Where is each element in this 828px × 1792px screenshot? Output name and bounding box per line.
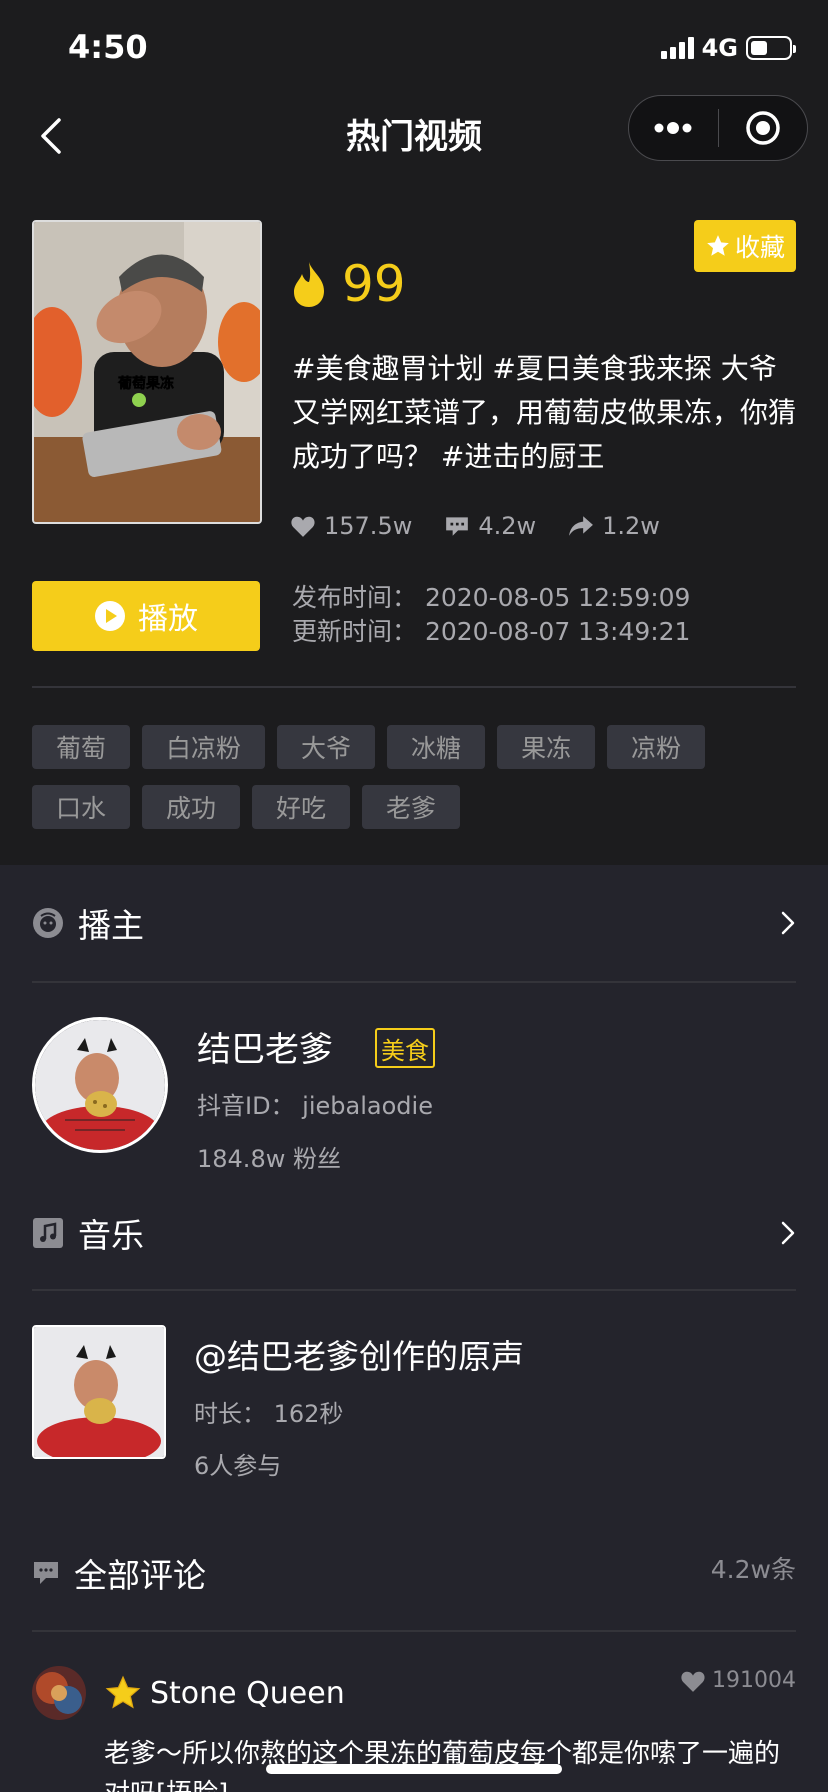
status-bar: 4:50 4G xyxy=(0,0,828,95)
tag-item[interactable]: 白凉粉 xyxy=(142,725,266,769)
more-dots-icon xyxy=(654,122,692,134)
video-description: #美食趣胃计划 #夏日美食我来探 大爷又学网红菜谱了，用葡萄皮做果冻，你猜成功了… xyxy=(292,352,797,473)
more-button[interactable] xyxy=(629,96,718,160)
favorite-button[interactable]: 收藏 xyxy=(694,220,796,272)
tag-item[interactable]: 老爹 xyxy=(362,785,461,829)
anchor-name: 结巴老爹 xyxy=(197,1030,333,1070)
tag-item[interactable]: 好吃 xyxy=(252,785,351,829)
battery-icon xyxy=(746,36,796,60)
music-section-header[interactable]: 音乐 xyxy=(32,1203,796,1263)
play-icon xyxy=(95,601,125,631)
close-button[interactable] xyxy=(719,96,808,160)
tag-item[interactable]: 凉粉 xyxy=(607,725,706,769)
shares-stat: 1.2w xyxy=(568,512,660,540)
status-time: 4:50 xyxy=(68,28,148,66)
heart-icon xyxy=(681,1671,705,1692)
video-thumbnail-image: 葡萄果冻 xyxy=(34,222,260,522)
home-indicator xyxy=(266,1764,562,1774)
fans-count: 184.8w 粉丝 xyxy=(197,1145,341,1173)
comment-bubble-icon xyxy=(34,1562,58,1584)
tag-list: 葡萄 白凉粉 大爷 冰糖 果冻 凉粉 口水 成功 好吃 老爹 xyxy=(32,725,802,829)
comments-section-label: 全部评论 xyxy=(74,1556,206,1595)
music-cover[interactable] xyxy=(32,1325,166,1459)
signal-icon xyxy=(660,37,694,59)
music-note-icon xyxy=(33,1218,63,1248)
video-info-section: 葡萄果冻 收藏 99 #美食趣胃计划 #夏日美食我来探 大爷又学网红菜谱了，用葡… xyxy=(0,177,828,865)
tag-item[interactable]: 葡萄 xyxy=(32,725,131,769)
tag-item[interactable]: 成功 xyxy=(142,785,241,829)
mini-program-capsule xyxy=(628,95,808,161)
comment-text: 老爹～所以你熬的这个果冻的葡萄皮每个都是你嗦了一遍的对吗[捂脸] xyxy=(104,1739,781,1792)
divider xyxy=(32,1289,796,1291)
play-label: 播放 xyxy=(138,602,198,637)
tag-item[interactable]: 口水 xyxy=(32,785,131,829)
video-thumbnail[interactable]: 葡萄果冻 xyxy=(32,220,262,524)
star-icon xyxy=(707,235,729,256)
star-icon xyxy=(105,1675,141,1709)
update-time: 更新时间： 2020-08-07 13:49:21 xyxy=(292,617,691,646)
douyin-id: 抖音ID： jiebalaodie xyxy=(197,1092,433,1120)
hot-score: 99 xyxy=(290,255,406,313)
comment-total: 4.2w条 xyxy=(710,1555,796,1584)
anchor-section-label: 播主 xyxy=(78,906,144,945)
tag-item[interactable]: 大爷 xyxy=(277,725,376,769)
avatar[interactable] xyxy=(32,1017,168,1153)
play-button[interactable]: 播放 xyxy=(32,581,260,651)
commenter-avatar-image xyxy=(32,1666,86,1720)
avatar-image xyxy=(35,1020,165,1150)
category-badge: 美食 xyxy=(375,1028,435,1068)
video-stats: 157.5w 4.2w 1.2w xyxy=(290,512,692,540)
shares-count: 1.2w xyxy=(602,512,660,540)
battery-level xyxy=(751,41,768,55)
comment-likes[interactable]: 191004 xyxy=(680,1668,796,1693)
likes-count: 157.5w xyxy=(324,512,413,540)
tag-item[interactable]: 冰糖 xyxy=(387,725,486,769)
status-icons: 4G xyxy=(660,34,796,62)
likes-stat: 157.5w xyxy=(290,512,412,540)
divider xyxy=(32,981,796,983)
thumbnail-caption: 葡萄果冻 xyxy=(117,375,174,392)
share-icon xyxy=(569,516,594,536)
music-section-label: 音乐 xyxy=(78,1216,144,1255)
video-times: 发布时间： 2020-08-05 12:59:09 更新时间： 2020-08-… xyxy=(292,581,690,649)
music-participants: 6人参与 xyxy=(194,1452,282,1480)
commenter-name-row: Stone Queen xyxy=(104,1674,345,1712)
comments-section-header: 全部评论 xyxy=(32,1543,796,1603)
music-duration: 时长： 162秒 xyxy=(194,1400,344,1428)
tag-item[interactable]: 果冻 xyxy=(497,725,596,769)
target-icon xyxy=(746,111,780,145)
hot-value: 99 xyxy=(342,255,406,313)
favorite-label: 收藏 xyxy=(734,233,785,262)
commenter-name: Stone Queen xyxy=(150,1675,345,1711)
publish-time: 发布时间： 2020-08-05 12:59:09 xyxy=(292,583,691,612)
avatar-face-icon xyxy=(33,908,63,938)
fire-icon xyxy=(294,262,324,307)
chevron-right-icon xyxy=(781,911,795,935)
network-label: 4G xyxy=(701,34,738,62)
comments-stat: 4.2w xyxy=(444,512,536,540)
comment-icon xyxy=(446,517,469,536)
heart-icon xyxy=(291,516,315,537)
avatar[interactable] xyxy=(32,1666,86,1720)
anchor-section-header[interactable]: 播主 xyxy=(32,893,796,953)
comments-count: 4.2w xyxy=(478,512,537,540)
music-cover-image xyxy=(34,1327,164,1457)
chevron-right-icon xyxy=(781,1221,795,1245)
nav-bar: 热门视频 xyxy=(0,95,828,177)
comment-likes-count: 191004 xyxy=(712,1668,796,1693)
music-title: @结巴老爹创作的原声 xyxy=(194,1337,524,1376)
divider xyxy=(32,686,796,688)
divider xyxy=(32,1630,796,1632)
